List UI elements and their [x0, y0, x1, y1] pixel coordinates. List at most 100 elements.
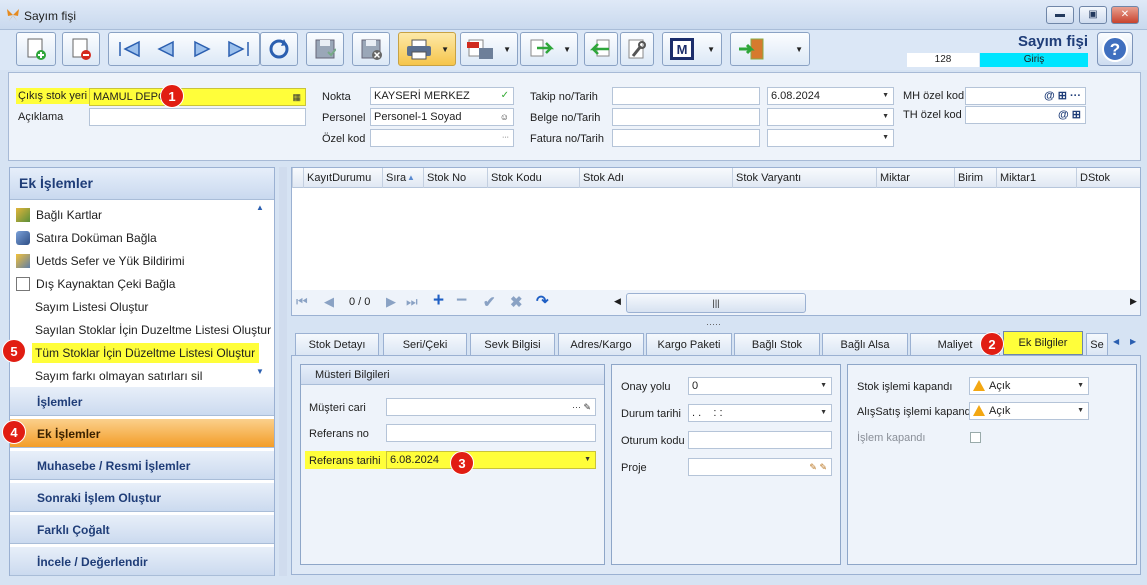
col-miktar1[interactable]: Miktar1 — [996, 168, 1076, 188]
col-miktar[interactable]: Miktar — [876, 168, 954, 188]
chevron-down-icon[interactable]: ▼ — [1077, 403, 1084, 419]
section-muhasebe[interactable]: Muhasebe / Resmi İşlemler — [10, 450, 274, 480]
referans-no-field[interactable] — [386, 424, 596, 442]
tools-button[interactable] — [620, 32, 654, 66]
ellipsis-icon[interactable]: ··· — [502, 130, 509, 146]
close-button[interactable]: ✕ — [1111, 6, 1139, 24]
col-sira[interactable]: Sıra — [382, 168, 423, 188]
stok-kapandi-select[interactable]: Açık ▼ — [969, 377, 1089, 395]
at-lookup-icon[interactable]: @ ⊞ — [1058, 107, 1081, 123]
tab-sevk-bilgisi[interactable]: Sevk Bilgisi — [470, 333, 555, 355]
tab-scroll-left-icon[interactable]: ◀ — [1113, 337, 1119, 346]
tab-bagli-stok[interactable]: Bağlı Stok — [734, 333, 820, 355]
col-stok-no[interactable]: Stok No — [423, 168, 487, 188]
tab-kargo-paketi[interactable]: Kargo Paketi — [646, 333, 732, 355]
edit-lookup-icon[interactable]: ✎ ✎ — [809, 459, 827, 475]
person-lookup-icon[interactable]: ☺ — [500, 109, 509, 125]
last-record-icon[interactable]: ⏭ — [406, 294, 418, 310]
save-button[interactable] — [306, 32, 344, 66]
durum-tarihi-field[interactable]: . . : : ▼ — [688, 404, 832, 422]
belge-no-field[interactable] — [612, 108, 760, 126]
new-document-button[interactable] — [16, 32, 56, 66]
previous-record-icon[interactable] — [156, 40, 176, 58]
tab-ek-bilgiler[interactable]: Ek Bilgiler — [1003, 331, 1083, 355]
chevron-down-icon[interactable]: ▼ — [882, 88, 889, 104]
section-farkli-cogalt[interactable]: Farklı Çoğalt — [10, 514, 274, 544]
musteri-cari-field[interactable]: ··· ✎ — [386, 398, 596, 416]
col-dstok[interactable]: DStok — [1076, 168, 1140, 188]
module-button[interactable]: M ▼ — [662, 32, 722, 66]
vertical-splitter[interactable] — [279, 167, 287, 576]
edit-lookup-icon[interactable]: ··· ✎ — [572, 399, 591, 415]
section-islemler[interactable]: İşlemler — [10, 386, 274, 416]
islem-kapandi-checkbox[interactable] — [970, 432, 981, 443]
fatura-no-field[interactable] — [612, 129, 760, 147]
confirm-record-icon[interactable]: ✔ — [483, 293, 496, 311]
pdf-export-button[interactable]: ▼ — [460, 32, 518, 66]
next-record-icon[interactable] — [192, 40, 212, 58]
lp-item-sayilan-stoklar[interactable]: Sayılan Stoklar İçin Duzeltme Listesi Ol… — [35, 320, 271, 340]
help-button[interactable]: ? — [1097, 32, 1133, 66]
tab-scroll-right-icon[interactable]: ▶ — [1130, 337, 1136, 346]
exit-button[interactable]: ▼ — [730, 32, 810, 66]
add-record-icon[interactable]: + — [433, 290, 444, 312]
first-record-icon[interactable] — [117, 40, 141, 58]
col-birim[interactable]: Birim — [954, 168, 996, 188]
col-stok-varyanti[interactable]: Stok Varyantı — [732, 168, 876, 188]
lookup-icon[interactable]: ▦ — [292, 89, 301, 105]
th-ozel-kod-field[interactable]: @ ⊞ — [965, 106, 1086, 124]
at-lookup-icon[interactable]: @ ⊞ ··· — [1044, 88, 1081, 104]
maximize-button[interactable]: ▣ — [1079, 6, 1107, 24]
first-record-icon[interactable]: ⏮ — [296, 294, 308, 310]
col-stok-kodu[interactable]: Stok Kodu — [487, 168, 579, 188]
print-button[interactable]: ▼ — [398, 32, 456, 66]
personel-field[interactable]: Personel-1 Soyad ☺ — [370, 108, 514, 126]
scroll-left-icon[interactable]: ◀ — [614, 296, 621, 307]
chevron-down-icon[interactable]: ▼ — [1077, 378, 1084, 394]
col-stok-adi[interactable]: Stok Adı — [579, 168, 732, 188]
export-button[interactable]: ▼ — [520, 32, 578, 66]
cancel-save-button[interactable] — [352, 32, 390, 66]
lp-item-bagli-kartlar[interactable]: Bağlı Kartlar — [16, 205, 102, 225]
belge-date-field[interactable]: ▼ — [767, 108, 894, 126]
remove-record-icon[interactable]: − — [456, 290, 467, 312]
import-button[interactable] — [584, 32, 618, 66]
oturum-kodu-field[interactable] — [688, 431, 832, 449]
onay-yolu-field[interactable]: 0 ▼ — [688, 377, 832, 395]
horizontal-scroll-thumb[interactable]: ||| — [626, 293, 806, 313]
lp-item-sayim-farki[interactable]: Sayım farkı olmayan satırları sil — [35, 366, 202, 386]
takip-no-field[interactable] — [612, 87, 760, 105]
alissatis-kapandi-select[interactable]: Açık ▼ — [969, 402, 1089, 420]
splitter-grip[interactable]: ····· — [706, 319, 721, 329]
chevron-down-icon[interactable]: ▼ — [882, 130, 889, 146]
chevron-down-icon[interactable]: ▼ — [820, 378, 827, 394]
chevron-down-icon[interactable]: ▼ — [584, 452, 591, 468]
section-incele[interactable]: İncele / Değerlendir — [10, 546, 274, 576]
next-record-icon[interactable]: ▶ — [386, 294, 396, 310]
scroll-up-icon[interactable]: ▲ — [256, 203, 264, 212]
tab-stok-detayi[interactable]: Stok Detayı — [295, 333, 379, 355]
refresh-grid-icon[interactable]: ↷ — [536, 292, 549, 310]
takip-date-field[interactable]: 6.08.2024 ▼ — [767, 87, 894, 105]
fatura-date-field[interactable]: ▼ — [767, 129, 894, 147]
previous-record-icon[interactable]: ◀ — [324, 294, 334, 310]
aciklama-field[interactable] — [89, 108, 306, 126]
section-ek-islemler[interactable]: Ek İşlemler — [10, 418, 274, 448]
lp-item-sayim-listesi[interactable]: Sayım Listesi Oluştur — [35, 297, 148, 317]
nokta-field[interactable]: KAYSERİ MERKEZ ✓ — [370, 87, 514, 105]
col-kayitdurumu[interactable]: KayıtDurumu — [303, 168, 382, 188]
mh-ozel-kod-field[interactable]: @ ⊞ ··· — [965, 87, 1086, 105]
cikis-stok-yeri-field[interactable]: MAMUL DEPO ▦ — [89, 88, 306, 106]
chevron-down-icon[interactable]: ▼ — [820, 405, 827, 421]
minimize-button[interactable]: ▬ — [1046, 6, 1074, 24]
delete-document-button[interactable] — [62, 32, 100, 66]
referans-tarihi-field[interactable]: 6.08.2024 ▼ — [386, 451, 596, 469]
section-sonraki-islem[interactable]: Sonraki İşlem Oluştur — [10, 482, 274, 512]
lp-item-satira-dokuman[interactable]: Satıra Doküman Bağla — [16, 228, 157, 248]
cancel-record-icon[interactable]: ✖ — [510, 293, 523, 311]
tab-seri-ceki[interactable]: Seri/Çeki — [383, 333, 467, 355]
lp-item-dis-kaynak[interactable]: Dış Kaynaktan Çeki Bağla — [16, 274, 175, 294]
refresh-button[interactable] — [260, 32, 298, 66]
ozel-kod-field[interactable]: ··· — [370, 129, 514, 147]
scroll-down-icon[interactable]: ▼ — [256, 367, 264, 376]
